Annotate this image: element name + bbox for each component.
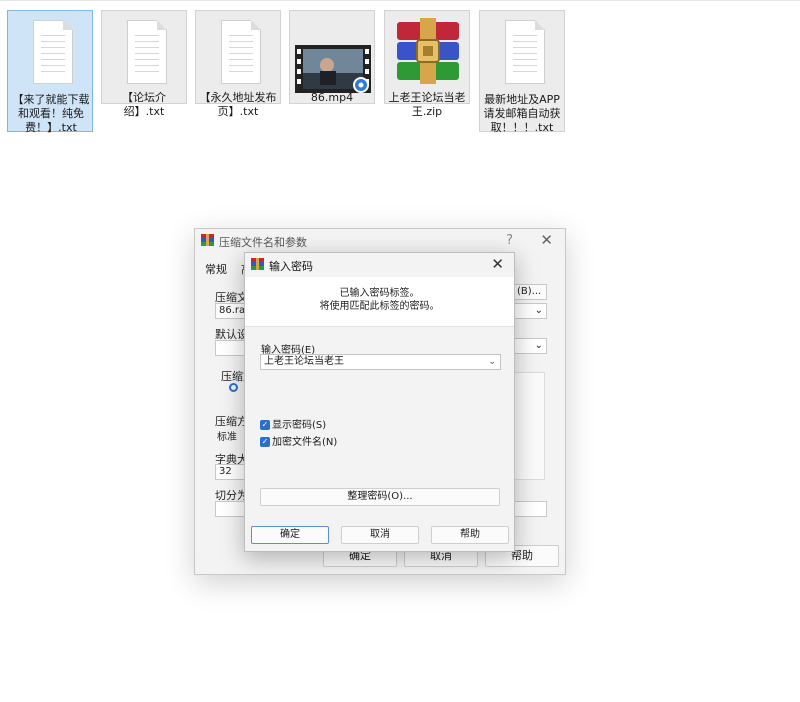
text-file-icon: [496, 16, 550, 88]
checkmark-icon: ✓: [260, 420, 270, 430]
format-radio[interactable]: [229, 383, 238, 392]
password-label-info: 已输入密码标签。 将使用匹配此标签的密码。: [245, 277, 514, 327]
file-item-forum-intro-txt[interactable]: 【论坛介绍】.txt: [101, 10, 187, 118]
text-file-icon: [212, 16, 266, 88]
file-item-86-mp4[interactable]: 86.mp4: [289, 10, 375, 104]
file-name: 上老王论坛当老王.zip: [388, 91, 466, 118]
split-volumes-unit[interactable]: [513, 501, 547, 517]
show-password-label: 显示密码(S): [272, 420, 327, 431]
file-item-latest-address-txt[interactable]: 最新地址及APP请发邮箱自动获取！！！.txt: [479, 10, 565, 134]
encrypt-file-names-checkbox[interactable]: ✓ 加密文件名(N): [260, 437, 337, 449]
ok-button[interactable]: 确定: [251, 526, 329, 544]
video-file-icon: [295, 45, 371, 93]
cancel-button[interactable]: 取消: [341, 526, 419, 544]
file-name: 【永久地址发布页】.txt: [199, 91, 277, 118]
winrar-icon: [251, 258, 264, 270]
help-button[interactable]: 帮助: [431, 526, 509, 544]
show-password-checkbox[interactable]: ✓ 显示密码(S): [260, 420, 326, 432]
organize-passwords-button[interactable]: 整理密码(O)...: [260, 488, 500, 506]
password-combo[interactable]: 上老王论坛当老王 ⌄: [260, 354, 501, 370]
text-file-icon: [118, 16, 172, 88]
compression-method-value[interactable]: 标准: [217, 428, 237, 443]
file-name: 最新地址及APP请发邮箱自动获取！！！.txt: [483, 93, 561, 134]
options-panel: [510, 372, 545, 480]
window-top-border: [0, 0, 800, 1]
encrypt-file-names-label: 加密文件名(N): [272, 437, 338, 448]
winrar-icon: [201, 234, 214, 246]
chevron-down-icon[interactable]: ⌄: [513, 303, 547, 319]
file-item-permanent-address-txt[interactable]: 【永久地址发布页】.txt: [195, 10, 281, 118]
info-line: 已输入密码标签。: [339, 288, 420, 299]
chevron-down-icon[interactable]: ⌄: [488, 355, 496, 369]
file-item-free-download-txt[interactable]: 【来了就能下载和观看！纯免费！】.txt: [7, 10, 93, 134]
text-file-icon: [24, 16, 78, 88]
password-dialog: 输入密码 ✕ 已输入密码标签。 将使用匹配此标签的密码。 输入密码(E) 上老王…: [244, 252, 515, 552]
dialog-title: 压缩文件名和参数: [219, 236, 307, 249]
info-line: 将使用匹配此标签的密码。: [319, 301, 440, 312]
file-name: 【来了就能下载和观看！纯免费！】.txt: [12, 93, 90, 134]
help-icon[interactable]: ?: [506, 233, 513, 248]
browse-button[interactable]: (B)...: [513, 284, 547, 300]
checkmark-icon: ✓: [260, 437, 270, 447]
close-icon[interactable]: ✕: [540, 231, 553, 249]
file-item-zip-archive[interactable]: 上老王论坛当老王.zip: [384, 10, 470, 118]
close-icon[interactable]: ✕: [491, 255, 504, 273]
dialog-title: 输入密码: [269, 260, 313, 273]
tab-general[interactable]: 常规: [205, 261, 227, 277]
chevron-down-icon[interactable]: ⌄: [513, 338, 547, 354]
password-value: 上老王论坛当老王: [264, 356, 344, 367]
winrar-archive-icon: [397, 18, 459, 84]
file-name: 【论坛介绍】.txt: [122, 91, 166, 118]
file-name: 86.mp4: [310, 91, 354, 104]
